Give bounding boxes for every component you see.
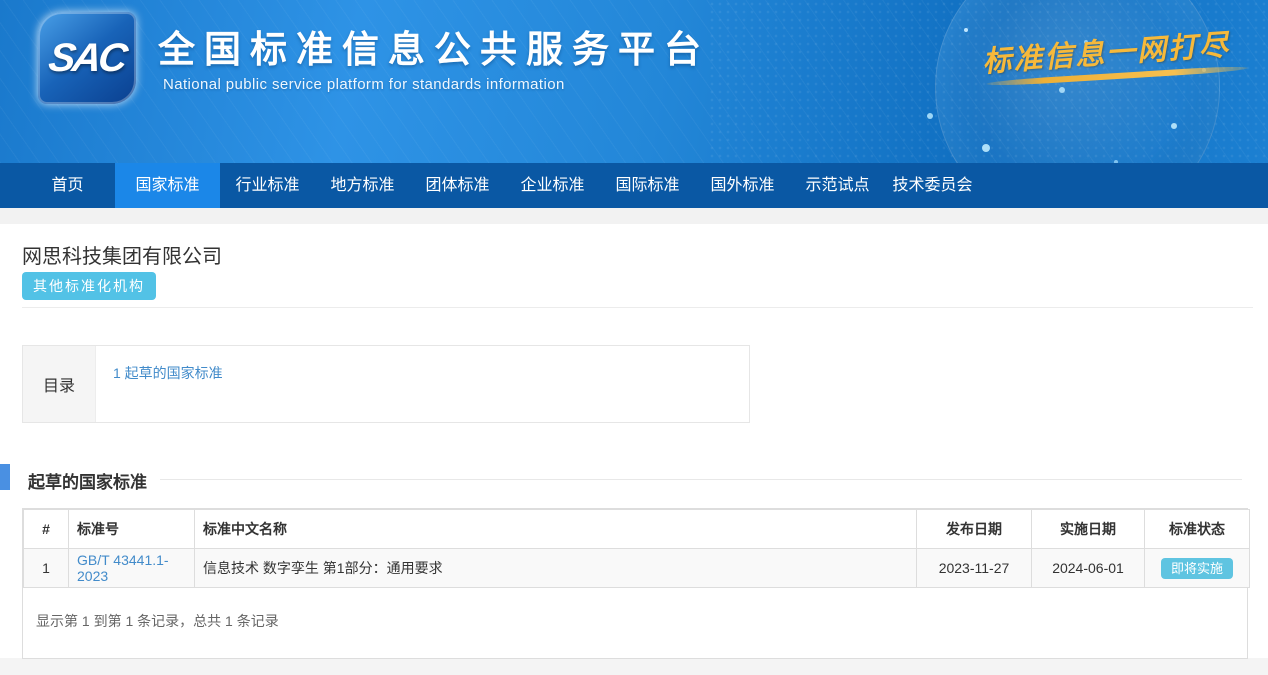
nav-item-technical-committees[interactable]: 技术委员会 <box>885 163 980 208</box>
nav-item-national-standards[interactable]: 国家标准 <box>115 163 220 208</box>
site-header: SAC 全国标准信息公共服务平台 National public service… <box>0 0 1268 163</box>
sac-logo[interactable]: SAC <box>38 12 136 104</box>
col-header-standard-no: 标准号 <box>69 510 195 549</box>
standard-no-link[interactable]: GB/T 43441.1-2023 <box>77 552 169 584</box>
page-gap <box>0 208 1268 224</box>
standards-table: # 标准号 标准中文名称 发布日期 实施日期 标准状态 1 GB/T 43441… <box>23 509 1250 588</box>
site-title: 全国标准信息公共服务平台 <box>158 19 710 73</box>
table-header-row: # 标准号 标准中文名称 发布日期 实施日期 标准状态 <box>24 510 1250 549</box>
cell-implement-date: 2024-06-01 <box>1032 549 1145 588</box>
standards-table-container: # 标准号 标准中文名称 发布日期 实施日期 标准状态 1 GB/T 43441… <box>22 508 1248 659</box>
content-card: 网思科技集团有限公司 其他标准化机构 目录 1 起草的国家标准 起草的国家标准 … <box>0 224 1268 658</box>
col-header-implement-date: 实施日期 <box>1032 510 1145 549</box>
col-header-name-cn: 标准中文名称 <box>195 510 917 549</box>
divider <box>22 307 1253 308</box>
nav-item-international-standards[interactable]: 国际标准 <box>600 163 695 208</box>
col-header-index: # <box>24 510 69 549</box>
toc-panel: 目录 1 起草的国家标准 <box>22 345 750 423</box>
nav-item-local-standards[interactable]: 地方标准 <box>315 163 410 208</box>
record-count-summary: 显示第 1 到第 1 条记录，总共 1 条记录 <box>23 588 1247 658</box>
decorative-dots <box>964 28 968 32</box>
nav-item-group-standards[interactable]: 团体标准 <box>410 163 505 208</box>
nav-item-home[interactable]: 首页 <box>20 163 115 208</box>
nav-item-foreign-standards[interactable]: 国外标准 <box>695 163 790 208</box>
toc-body: 1 起草的国家标准 <box>96 346 749 422</box>
col-header-status: 标准状态 <box>1145 510 1250 549</box>
main-nav: 首页 国家标准 行业标准 地方标准 团体标准 企业标准 国际标准 国外标准 示范… <box>0 163 1268 208</box>
section-rule <box>160 479 1242 480</box>
cell-name-cn: 信息技术 数字孪生 第1部分：通用要求 <box>195 549 917 588</box>
cell-publish-date: 2023-11-27 <box>917 549 1032 588</box>
section-title: 起草的国家标准 <box>28 468 147 493</box>
toc-label: 目录 <box>23 346 96 422</box>
site-subtitle: National public service platform for sta… <box>163 76 565 93</box>
cell-index: 1 <box>24 549 69 588</box>
nav-item-enterprise-standards[interactable]: 企业标准 <box>505 163 600 208</box>
section-marker <box>0 464 10 490</box>
toc-link-drafted-standards[interactable]: 1 起草的国家标准 <box>113 365 223 381</box>
org-type-badge: 其他标准化机构 <box>22 272 156 300</box>
col-header-publish-date: 发布日期 <box>917 510 1032 549</box>
cell-standard-no: GB/T 43441.1-2023 <box>69 549 195 588</box>
org-name: 网思科技集团有限公司 <box>22 240 222 269</box>
nav-item-industry-standards[interactable]: 行业标准 <box>220 163 315 208</box>
nav-item-pilot-programs[interactable]: 示范试点 <box>790 163 885 208</box>
status-badge: 即将实施 <box>1161 558 1233 579</box>
sac-logo-text: SAC <box>46 36 128 81</box>
cell-status: 即将实施 <box>1145 549 1250 588</box>
table-row: 1 GB/T 43441.1-2023 信息技术 数字孪生 第1部分：通用要求 … <box>24 549 1250 588</box>
